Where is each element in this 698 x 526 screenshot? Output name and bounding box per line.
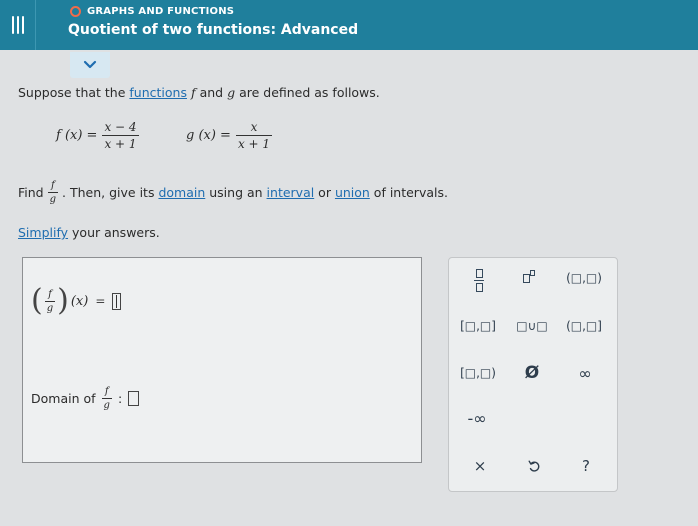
f-lhs: f (x) =: [56, 128, 98, 143]
g-symbol: g: [227, 85, 236, 100]
answer-fraction: f g: [44, 288, 56, 314]
domain-row: Domain of f g :: [31, 386, 140, 411]
exponent-box-icon: [530, 270, 535, 276]
quotient-input[interactable]: [112, 292, 122, 310]
closed-open-interval-key[interactable]: [□,□): [455, 363, 501, 383]
fraction-f: f: [50, 180, 55, 191]
open-open-interval-key[interactable]: (□,□): [561, 268, 607, 288]
base-box-icon: [523, 273, 530, 283]
negative-infinity-key[interactable]: -∞: [461, 408, 493, 428]
union-link[interactable]: union: [335, 185, 370, 200]
find-instruction: Find f g . Then, give its domain using a…: [18, 180, 448, 205]
header-bar: GRAPHS AND FUNCTIONS Quotient of two fun…: [0, 0, 698, 50]
left-paren: (: [31, 283, 43, 318]
intro-and: and: [195, 85, 228, 100]
progress-circle-icon: [70, 6, 81, 17]
infinity-key[interactable]: ∞: [573, 363, 597, 383]
fraction-numerator-icon: [475, 268, 483, 278]
closed-closed-interval-key[interactable]: [□,□]: [455, 316, 501, 336]
domain-f: f: [104, 386, 109, 397]
menu-button[interactable]: [0, 0, 36, 50]
g-fraction: x x + 1: [235, 120, 273, 151]
problem-intro: Suppose that the functions f and g are d…: [18, 85, 380, 100]
f-denominator: x + 1: [102, 135, 139, 151]
or-text: or: [314, 185, 335, 200]
exponent-key[interactable]: [515, 268, 543, 288]
g-denominator: x + 1: [235, 135, 273, 151]
topic-text: GRAPHS AND FUNCTIONS: [87, 6, 235, 17]
domain-g: g: [101, 398, 112, 411]
menu-icon: [11, 16, 24, 34]
interval-link[interactable]: interval: [267, 185, 315, 200]
math-keypad: (□,□) [□,□] □∪□ (□,□] [□,□) Ø ∞ -∞ × ?: [448, 257, 618, 492]
intro-suffix: are defined as follows.: [235, 85, 380, 100]
open-closed-interval-key[interactable]: (□,□]: [561, 316, 607, 336]
f-fraction: x − 4 x + 1: [102, 120, 139, 151]
right-paren: ): [57, 283, 69, 318]
clear-key[interactable]: ×: [469, 456, 491, 476]
collapse-button[interactable]: [70, 52, 110, 78]
f-numerator: x − 4: [104, 120, 137, 134]
union-key[interactable]: □∪□: [511, 316, 553, 336]
using-an: using an: [205, 185, 267, 200]
f-over-g-fraction: f g: [47, 180, 59, 205]
help-key[interactable]: ?: [575, 456, 597, 476]
answer-f: f: [48, 288, 52, 300]
simplify-suffix: your answers.: [68, 225, 160, 240]
functions-link[interactable]: functions: [129, 85, 187, 100]
intro-text: Suppose that the: [18, 85, 130, 100]
answer-box: ( f g ) (x) = Domain of f g :: [22, 257, 422, 463]
answer-var: (x): [70, 293, 89, 309]
g-definition: g (x) = x x + 1: [186, 120, 273, 151]
undo-key[interactable]: [523, 456, 545, 476]
f-definition: f (x) = x − 4 x + 1: [56, 120, 139, 151]
domain-label: Domain of: [31, 391, 96, 406]
domain-input[interactable]: [128, 391, 140, 406]
undo-icon: [528, 460, 540, 472]
find-then: . Then, give its: [62, 185, 159, 200]
fraction-bar-icon: [474, 279, 484, 281]
simplify-instruction: Simplify your answers.: [18, 225, 160, 240]
domain-colon: :: [117, 391, 123, 406]
simplify-link[interactable]: Simplify: [18, 225, 68, 240]
find-label: Find: [18, 185, 44, 200]
equals-sign: =: [95, 294, 106, 308]
g-numerator: x: [250, 120, 258, 134]
fraction-key[interactable]: [467, 266, 491, 294]
g-lhs: g (x) =: [186, 128, 231, 143]
domain-fraction: f g: [101, 386, 112, 411]
of-intervals: of intervals.: [369, 185, 448, 200]
empty-set-key[interactable]: Ø: [519, 363, 545, 383]
fraction-denominator-icon: [475, 282, 483, 292]
domain-link[interactable]: domain: [158, 185, 205, 200]
answer-g: g: [44, 300, 56, 314]
fraction-g: g: [47, 192, 59, 205]
topic-label: GRAPHS AND FUNCTIONS: [70, 6, 234, 17]
quotient-expression: ( f g ) (x) =: [31, 283, 122, 318]
chevron-down-icon: [83, 60, 97, 69]
lesson-title: Quotient of two functions: Advanced: [68, 22, 359, 38]
